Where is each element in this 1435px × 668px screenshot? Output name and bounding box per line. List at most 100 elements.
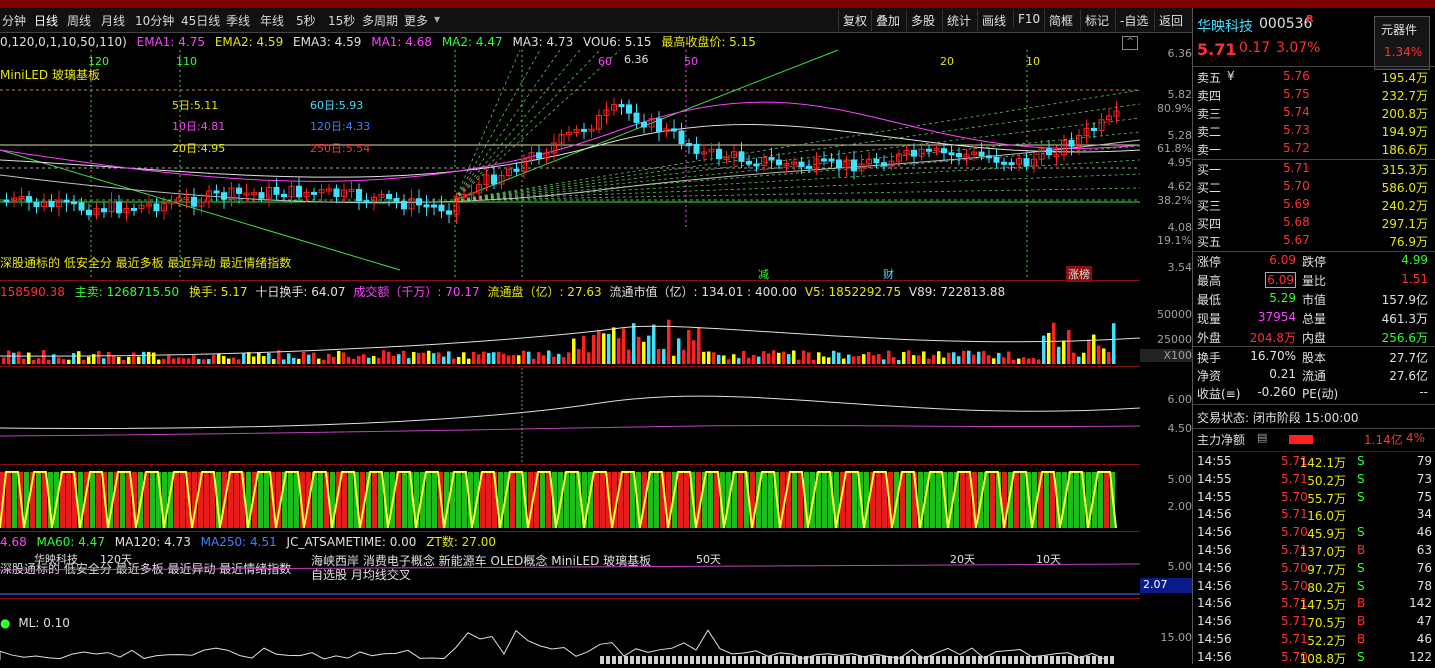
ma250: MA250: 4.51 xyxy=(200,535,277,549)
ask-row[interactable]: 卖三 5.74 200.8万 xyxy=(1193,105,1435,123)
period-year[interactable]: 年线 xyxy=(260,12,284,29)
ml-bar xyxy=(1092,656,1096,664)
osc-cell xyxy=(342,472,347,528)
ma5-label: 5日:5.11 xyxy=(172,99,219,112)
volume-bar xyxy=(1077,356,1081,364)
volume-bar xyxy=(717,354,721,364)
candle xyxy=(416,198,422,206)
multi-stock-button[interactable]: 多股 xyxy=(906,10,939,31)
osc-cell xyxy=(1104,472,1109,528)
period-45day[interactable]: 45日线 xyxy=(181,12,220,29)
stat-label: 量比 xyxy=(1302,274,1327,288)
f10-button[interactable]: F10 xyxy=(1013,10,1044,28)
period-5sec[interactable]: 5秒 xyxy=(296,12,316,29)
ml-bar xyxy=(690,656,694,664)
volume-bar xyxy=(242,353,246,364)
trade-time: 14:56 xyxy=(1197,596,1232,611)
stat-value: -- xyxy=(1419,385,1428,399)
osc-cell xyxy=(1014,472,1019,528)
volume-bar xyxy=(782,351,786,364)
osc-cell xyxy=(960,472,965,528)
volume-bar xyxy=(202,359,206,364)
ml-bar xyxy=(702,656,706,664)
osc-cell xyxy=(930,472,935,528)
bid-row[interactable]: 买三 5.69 240.2万 xyxy=(1193,197,1435,215)
collapse-icon[interactable]: ^ xyxy=(1122,36,1138,50)
volume-bar xyxy=(792,350,796,364)
trade-volume: 16.0万 xyxy=(1307,509,1346,524)
volume-bar xyxy=(117,356,121,364)
axis-tick: 4.08 xyxy=(1167,221,1193,234)
ask-row[interactable]: 卖二 5.73 194.9万 xyxy=(1193,123,1435,141)
trade-row: 14:56 5.71 70.5万 B 47 xyxy=(1193,614,1435,632)
volume-bar xyxy=(422,352,426,364)
volume-bar xyxy=(227,358,231,364)
volume-bar xyxy=(597,329,601,364)
volume-bar xyxy=(487,352,491,364)
back-button[interactable]: 返回 xyxy=(1154,10,1187,31)
stat-value: 157.9亿 xyxy=(1381,293,1428,307)
axis-tick: 50000 xyxy=(1157,308,1192,321)
ml-bar xyxy=(1080,656,1084,664)
stats-button[interactable]: 统计 xyxy=(942,10,975,31)
period-10min[interactable]: 10分钟 xyxy=(135,12,174,29)
candle xyxy=(258,192,265,199)
period-week[interactable]: 周线 xyxy=(67,12,91,29)
candle xyxy=(716,148,722,160)
bid-row[interactable]: 买五 5.67 76.9万 xyxy=(1193,233,1435,251)
bid-row[interactable]: 买一 5.71 315.3万 xyxy=(1193,161,1435,179)
bid-row[interactable]: 买二 5.70 586.0万 xyxy=(1193,179,1435,197)
period-minute[interactable]: 分钟 xyxy=(2,12,26,29)
candle xyxy=(116,201,122,214)
ml-bar xyxy=(1062,656,1066,664)
chevron-down-icon[interactable]: ▾ xyxy=(434,12,440,26)
ml-bar xyxy=(804,656,808,664)
osc-cell xyxy=(906,472,911,528)
candle xyxy=(1023,158,1030,167)
ml-bar xyxy=(834,656,838,664)
osc-cell xyxy=(624,472,629,528)
period-day[interactable]: 日线 xyxy=(34,12,58,29)
stat-label: 股本 xyxy=(1302,351,1327,365)
period-more[interactable]: 更多 xyxy=(404,12,428,29)
volume-bar xyxy=(1107,352,1111,364)
add-watchlist-button[interactable]: -自选 xyxy=(1115,10,1152,31)
osc-cell xyxy=(264,472,269,528)
overlay-button[interactable]: 叠加 xyxy=(871,10,904,31)
volume-bar xyxy=(1027,358,1031,364)
ml-bar xyxy=(1032,656,1036,664)
candle xyxy=(978,151,985,157)
trade-count: 34 xyxy=(1416,507,1432,522)
trade-price: 5.71 xyxy=(1281,507,1308,522)
ask-price: 5.72 xyxy=(1283,141,1310,155)
ml-bar xyxy=(1068,656,1072,664)
period-multi[interactable]: 多周期 xyxy=(362,12,398,29)
divider xyxy=(1193,159,1435,160)
fuquan-button[interactable]: 复权 xyxy=(838,10,871,31)
fan-line xyxy=(454,173,1140,201)
volume-bar xyxy=(137,356,141,364)
period-month[interactable]: 月线 xyxy=(101,12,125,29)
ask-volume: 186.6万 xyxy=(1381,143,1428,157)
stat-label: 市值 xyxy=(1302,293,1327,307)
period-quarter[interactable]: 季线 xyxy=(226,12,250,29)
volume-bar xyxy=(317,358,321,364)
volume-bar xyxy=(897,359,901,364)
period-15sec[interactable]: 15秒 xyxy=(328,12,355,29)
ask-volume: 232.7万 xyxy=(1381,89,1428,103)
bid-price: 5.71 xyxy=(1283,161,1310,175)
axis-tick: 5.82 xyxy=(1167,88,1193,101)
ask-row[interactable]: 卖一 5.72 186.6万 xyxy=(1193,141,1435,159)
simple-frame-button[interactable]: 简框 xyxy=(1044,10,1077,31)
osc-cell xyxy=(486,472,491,528)
candle xyxy=(273,186,280,195)
candle xyxy=(1046,148,1052,156)
mark-button[interactable]: 标记 xyxy=(1080,10,1113,31)
trade-time: 14:56 xyxy=(1197,649,1232,664)
draw-line-button[interactable]: 画线 xyxy=(977,10,1010,31)
ma2-value: MA2: 4.47 xyxy=(441,35,503,49)
ask-row[interactable]: 卖四 5.75 232.7万 xyxy=(1193,87,1435,105)
list-icon[interactable]: ▤ xyxy=(1257,431,1267,444)
volume-bar xyxy=(167,355,171,364)
bid-row[interactable]: 买四 5.68 297.1万 xyxy=(1193,215,1435,233)
